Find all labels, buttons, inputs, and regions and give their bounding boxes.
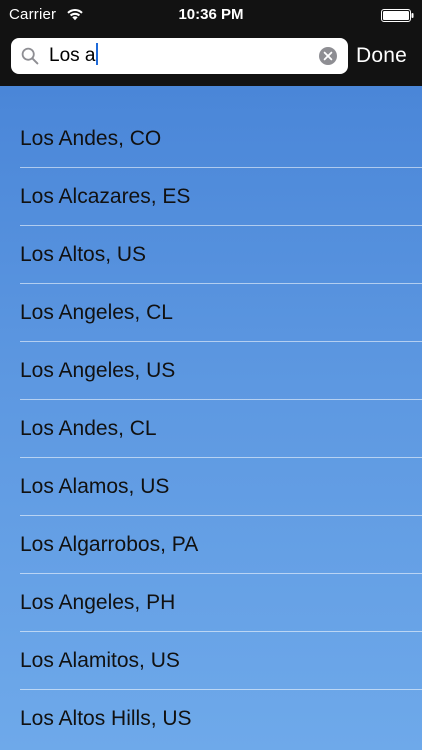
top-bar: Carrier 10:36 PM Los a Done (0, 0, 422, 86)
list-item-label: Los Altos Hills, US (20, 707, 192, 730)
list-item[interactable]: Los Algarrobos, PA (0, 516, 422, 574)
list-item-label: Los Altos, US (20, 243, 147, 266)
results-list: Los Andes, CO Los Alcazares, ES Los Alto… (0, 110, 422, 748)
search-field[interactable]: Los a (11, 38, 348, 74)
list-item[interactable]: Los Andes, CL (0, 400, 422, 458)
list-item-label: Los Andes, CO (20, 127, 162, 150)
list-item[interactable]: Los Alcazares, ES (0, 168, 422, 226)
done-button[interactable]: Done (356, 43, 407, 69)
list-item-label: Los Alamos, US (20, 475, 170, 498)
list-item-label: Los Andes, CL (20, 417, 157, 440)
list-item-label: Los Alamitos, US (20, 649, 180, 672)
status-time: 10:36 PM (178, 6, 244, 23)
search-input[interactable]: Los a (49, 38, 99, 74)
list-item-label: Los Angeles, CL (20, 301, 173, 324)
list-item[interactable]: Los Angeles, PH (0, 574, 422, 632)
search-icon (21, 47, 39, 65)
list-item[interactable]: Los Altos, US (0, 226, 422, 284)
list-item[interactable]: Los Alamitos, US (0, 632, 422, 690)
search-query: Los a (49, 45, 96, 66)
results-list-container: Los Andes, CO Los Alcazares, ES Los Alto… (0, 86, 422, 750)
list-item-label: Los Angeles, PH (20, 591, 176, 614)
list-item[interactable]: Los Andes, CO (0, 110, 422, 168)
list-item[interactable]: Los Altos Hills, US (0, 690, 422, 748)
list-item-label: Los Alcazares, ES (20, 185, 191, 208)
text-caret (96, 42, 99, 65)
status-bar: Carrier 10:36 PM (0, 0, 422, 30)
list-item-label: Los Algarrobos, PA (20, 533, 199, 556)
list-item[interactable]: Los Angeles, US (0, 342, 422, 400)
clear-icon[interactable] (318, 46, 338, 66)
list-item-label: Los Angeles, US (20, 359, 176, 382)
list-item[interactable]: Los Alamos, US (0, 458, 422, 516)
battery-icon (381, 9, 414, 22)
list-item[interactable]: Los Angeles, CL (0, 284, 422, 342)
